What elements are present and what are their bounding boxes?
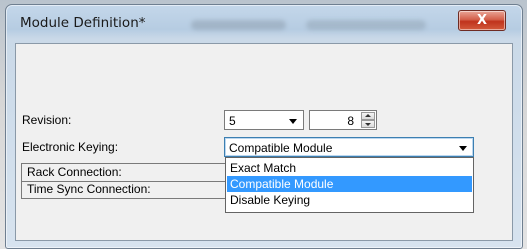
close-button[interactable]: X <box>458 10 506 31</box>
arrow-up-icon <box>365 114 371 117</box>
dialog-body: Revision: 5 8 Electronic Keying: Compati… <box>15 43 513 241</box>
option-exact-match[interactable]: Exact Match <box>227 160 472 176</box>
stepper-down-button[interactable] <box>361 120 375 128</box>
option-disable-keying[interactable]: Disable Keying <box>227 192 472 208</box>
grid-row-time-sync-connection[interactable]: Time Sync Connection: <box>22 181 226 198</box>
stepper-up-button[interactable] <box>361 112 375 120</box>
connection-grid: Rack Connection: Time Sync Connection: <box>21 163 227 199</box>
revision-minor-value: 8 <box>347 114 354 128</box>
revision-label: Revision: <box>22 113 72 127</box>
revision-major-select[interactable]: 5 <box>224 110 304 130</box>
grid-row-rack-connection[interactable]: Rack Connection: <box>22 164 226 182</box>
chevron-down-icon <box>459 146 467 151</box>
background-blur <box>191 20 286 30</box>
revision-minor-stepper[interactable]: 8 <box>309 110 377 130</box>
title-bar[interactable]: Module Definition* X <box>6 5 522 41</box>
background-blur <box>306 20 426 30</box>
electronic-keying-label: Electronic Keying: <box>22 140 119 154</box>
module-definition-dialog: Module Definition* X Revision: 5 8 Elect… <box>5 4 523 249</box>
chevron-down-icon <box>289 119 297 124</box>
revision-major-value: 5 <box>229 114 236 128</box>
stepper-buttons <box>361 112 375 128</box>
arrow-down-icon <box>365 123 371 126</box>
electronic-keying-select[interactable]: Compatible Module <box>224 137 474 157</box>
option-compatible-module[interactable]: Compatible Module <box>227 176 472 192</box>
electronic-keying-dropdown-list: Exact Match Compatible Module Disable Ke… <box>225 157 474 213</box>
time-sync-connection-label: Time Sync Connection: <box>27 182 151 196</box>
window-title: Module Definition* <box>20 15 146 31</box>
electronic-keying-value: Compatible Module <box>229 141 333 155</box>
rack-connection-label: Rack Connection: <box>27 165 122 179</box>
